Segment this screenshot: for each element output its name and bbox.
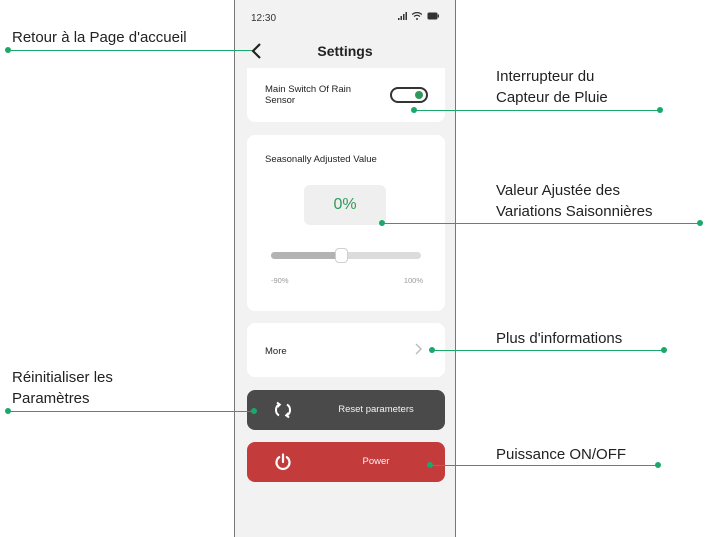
seasonal-slider[interactable]: [271, 248, 421, 263]
callout-rain-dot-start: [411, 107, 417, 113]
callout-power-dot-start: [427, 462, 433, 468]
slider-fill: [271, 252, 342, 259]
callout-seasonal-line1: Valeur Ajustée des: [496, 182, 620, 199]
callout-rain-line2: Capteur de Pluie: [496, 89, 608, 106]
toggle-knob: [415, 91, 423, 99]
reset-parameters-button[interactable]: Reset parameters: [247, 390, 445, 430]
power-label: Power: [362, 456, 390, 467]
status-time: 12:30: [251, 13, 277, 24]
phone-screen: 12:30 Settings Main Switch Of Rain Senso…: [234, 0, 456, 537]
reset-label: Reset parameters: [338, 404, 414, 415]
callout-home-line: [8, 50, 252, 51]
status-bar: 12:30: [235, 0, 455, 30]
header: Settings: [235, 36, 455, 66]
callout-seasonal-dot-start: [379, 220, 385, 226]
callout-rain-line1: Interrupteur du: [496, 68, 595, 85]
rain-sensor-label: Main Switch Of Rain Sensor: [265, 84, 352, 106]
callout-seasonal-line2: Variations Saisonnières: [496, 203, 653, 220]
callout-home-dot: [5, 47, 11, 53]
power-icon: [275, 453, 291, 471]
status-icons: [398, 12, 439, 20]
seasonal-title: Seasonally Adjusted Value: [265, 154, 377, 165]
callout-home: Retour à la Page d'accueil: [12, 29, 187, 46]
slider-thumb[interactable]: [335, 248, 348, 263]
page-title: Settings: [317, 43, 373, 59]
callout-reset-line2: Paramètres: [12, 390, 90, 407]
seasonal-value: 0%: [304, 185, 386, 225]
callout-power: Puissance ON/OFF: [496, 446, 627, 463]
battery-icon: [427, 12, 439, 20]
more-label: More: [265, 346, 287, 357]
wifi-icon: [412, 12, 422, 20]
rain-sensor-card: Main Switch Of Rain Sensor: [247, 68, 445, 122]
more-row[interactable]: More: [247, 323, 445, 377]
slider-min-label: -90%: [271, 276, 289, 285]
callout-more-line: [432, 350, 664, 351]
callout-seasonal-line: [382, 223, 700, 224]
callout-reset-line1: Réinitialiser les: [12, 369, 113, 386]
callout-rain-line: [414, 110, 660, 111]
callout-seasonal-dot-end: [697, 220, 703, 226]
callout-power-line: [430, 465, 658, 466]
callout-more-dot-start: [429, 347, 435, 353]
refresh-icon: [275, 401, 291, 419]
callout-reset-dot-start: [5, 408, 11, 414]
power-button[interactable]: Power: [247, 442, 445, 482]
rain-sensor-toggle[interactable]: [390, 87, 428, 103]
callout-reset-dot-end: [251, 408, 257, 414]
chevron-right-icon: [415, 343, 422, 355]
callout-power-dot-end: [655, 462, 661, 468]
callout-more: Plus d'informations: [496, 330, 623, 347]
signal-icon: [398, 12, 407, 20]
callout-rain-dot-end: [657, 107, 663, 113]
callout-more-dot-end: [661, 347, 667, 353]
slider-max-label: 100%: [403, 276, 423, 285]
callout-reset-line: [8, 411, 254, 412]
